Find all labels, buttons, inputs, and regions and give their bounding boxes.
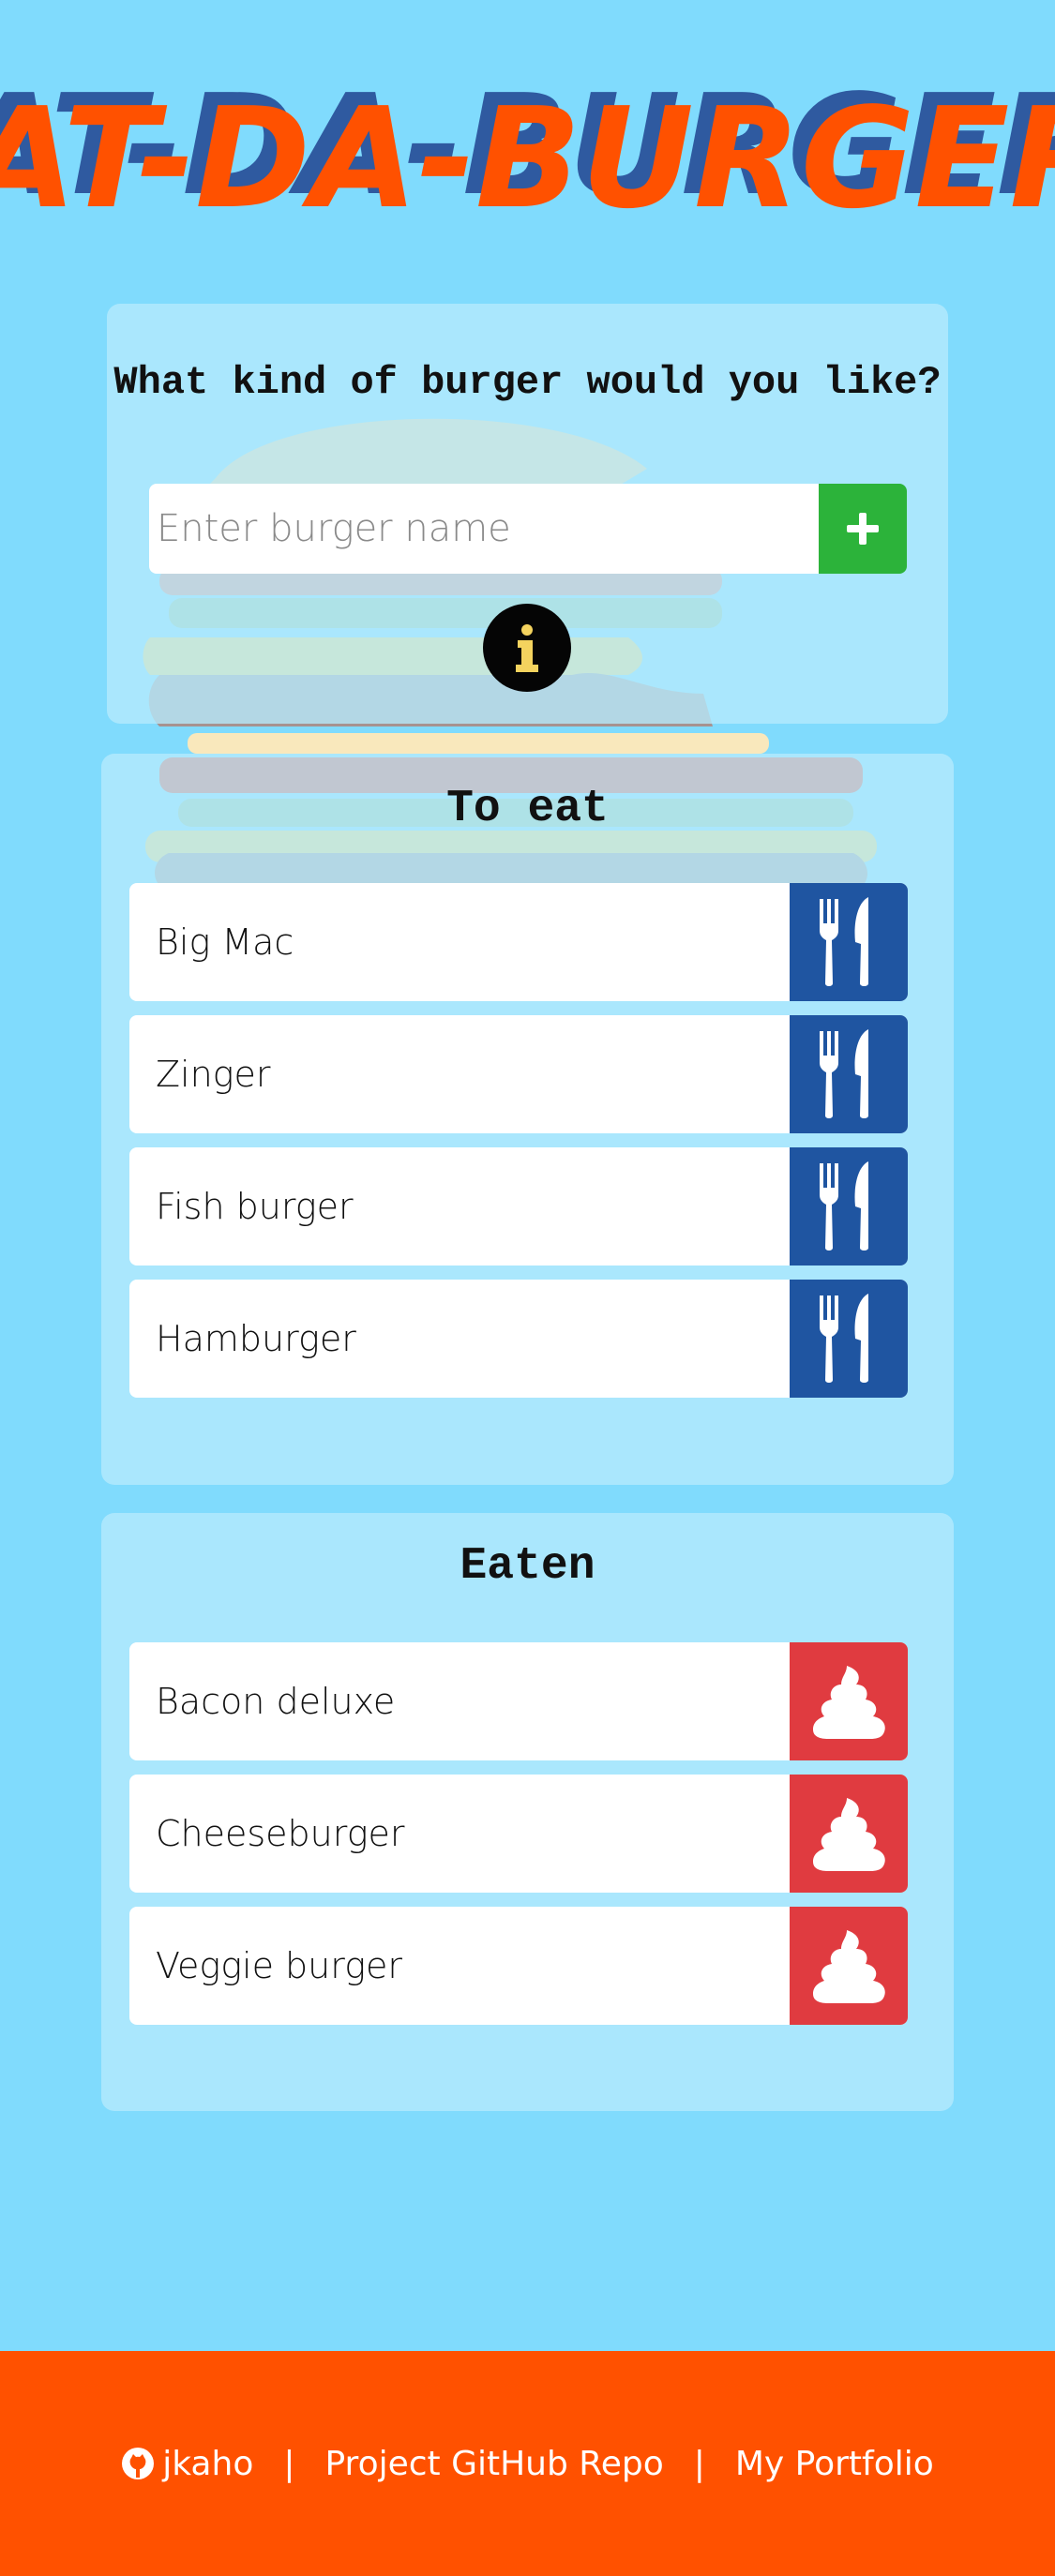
devour-button[interactable] bbox=[790, 1015, 908, 1133]
burger-name: Zinger bbox=[156, 1054, 271, 1095]
poop-icon bbox=[813, 1666, 885, 1739]
list-item: Fish burger bbox=[129, 1147, 908, 1266]
poop-icon bbox=[813, 1798, 885, 1871]
form-title: What kind of burger would you like? bbox=[113, 360, 942, 405]
utensils-icon bbox=[820, 897, 868, 986]
github-user-link[interactable]: jkaho bbox=[121, 2445, 253, 2483]
footer-separator: | bbox=[283, 2444, 295, 2483]
eaten-list: Bacon deluxe Cheeseburger Veggie burger bbox=[129, 1642, 908, 2039]
info-icon bbox=[516, 624, 538, 672]
eaten-title: Eaten bbox=[460, 1541, 595, 1592]
project-repo-link[interactable]: Project GitHub Repo bbox=[324, 2445, 663, 2483]
utensils-icon bbox=[820, 1029, 868, 1118]
burger-name: Cheeseburger bbox=[156, 1813, 405, 1854]
plus-icon bbox=[847, 513, 879, 545]
devour-button[interactable] bbox=[790, 1147, 908, 1266]
list-item: Zinger bbox=[129, 1015, 908, 1133]
github-username: jkaho bbox=[162, 2444, 254, 2483]
footer: jkaho | Project GitHub Repo | My Portfol… bbox=[0, 2351, 1055, 2576]
app-logo: EAT-DA-BURGER! EAT-DA-BURGER! bbox=[0, 66, 1055, 253]
burger-name: Bacon deluxe bbox=[156, 1681, 396, 1722]
devour-button[interactable] bbox=[790, 883, 908, 1001]
burger-name: Hamburger bbox=[156, 1318, 356, 1359]
burger-name: Big Mac bbox=[156, 921, 294, 963]
footer-separator: | bbox=[693, 2444, 705, 2483]
utensils-icon bbox=[820, 1294, 868, 1383]
poop-button[interactable] bbox=[790, 1907, 908, 2025]
list-item: Big Mac bbox=[129, 883, 908, 1001]
utensils-icon bbox=[820, 1161, 868, 1251]
burger-name: Veggie burger bbox=[156, 1945, 403, 1986]
list-item: Bacon deluxe bbox=[129, 1642, 908, 1760]
devour-button[interactable] bbox=[790, 1280, 908, 1398]
portfolio-link[interactable]: My Portfolio bbox=[735, 2445, 934, 2483]
logo-text: EAT-DA-BURGER! bbox=[0, 78, 1055, 239]
list-item: Cheeseburger bbox=[129, 1775, 908, 1893]
poop-button[interactable] bbox=[790, 1775, 908, 1893]
list-item: Veggie burger bbox=[129, 1907, 908, 2025]
to-eat-list: Big Mac Zinger Fish burger Hamburger bbox=[129, 883, 908, 1412]
poop-icon bbox=[813, 1930, 885, 2003]
burger-name-input[interactable] bbox=[149, 484, 819, 574]
burger-name: Fish burger bbox=[156, 1186, 354, 1227]
to-eat-card: To eat Big Mac Zinger Fish burger Hambur… bbox=[101, 754, 954, 1485]
list-item: Hamburger bbox=[129, 1280, 908, 1398]
poop-button[interactable] bbox=[790, 1642, 908, 1760]
to-eat-title: To eat bbox=[446, 784, 609, 834]
github-icon bbox=[122, 2448, 155, 2479]
info-button[interactable] bbox=[483, 604, 571, 692]
input-group bbox=[149, 484, 907, 574]
eaten-card: Eaten Bacon deluxe Cheeseburger Veggie b… bbox=[101, 1513, 954, 2111]
add-burger-button[interactable] bbox=[819, 484, 907, 574]
burger-form-card: What kind of burger would you like? bbox=[107, 304, 948, 724]
